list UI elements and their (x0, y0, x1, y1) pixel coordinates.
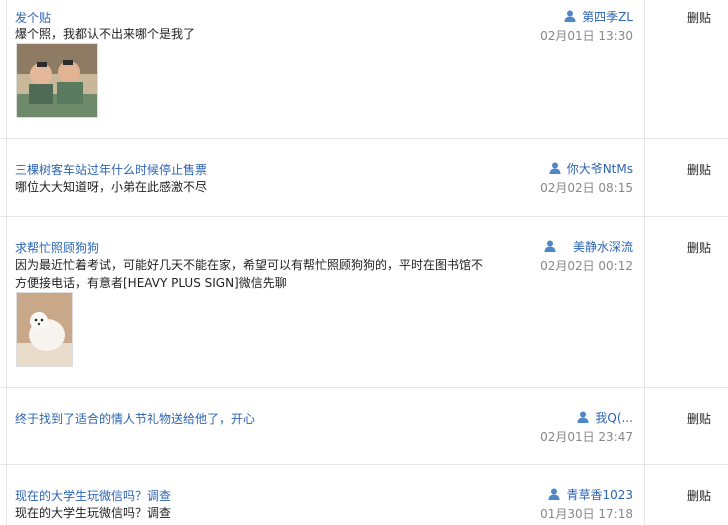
author-name[interactable]: 你大爷NtMs (567, 162, 633, 176)
user-icon (577, 411, 589, 423)
user-icon (564, 10, 576, 22)
post-title-link[interactable]: 现在的大学生玩微信吗？调查 (15, 487, 171, 504)
post-time: 02月01日 13:30 (540, 29, 633, 43)
author-name[interactable]: 第四季ZL (582, 10, 633, 24)
photo-thumbnail (17, 293, 72, 366)
post-content: 哪位大大知道呀，小弟在此感激不尽 (15, 180, 208, 194)
post-time: 02月02日 00:12 (540, 259, 633, 273)
post-time: 02月02日 08:15 (540, 181, 633, 195)
post-row: 终于找到了适合的情人节礼物送给他了，开心 我Q(... 02月01日 23:47… (0, 388, 728, 465)
post-title-link[interactable]: 三棵树客车站过年什么时候停止售票 (15, 161, 207, 178)
post-row: 发个贴 爆个照，我都认不出来哪个是我了 第四季ZL 02月01日 13:30 删… (0, 0, 728, 139)
user-icon (544, 240, 556, 252)
delete-post-button[interactable]: 删贴 (687, 410, 711, 427)
post-title-link[interactable]: 终于找到了适合的情人节礼物送给他了，开心 (15, 410, 255, 427)
post-row: 求帮忙照顾狗狗 因为最近忙着考试，可能好几天不能在家，希望可以有帮忙照顾狗狗的，… (0, 217, 728, 388)
delete-post-button[interactable]: 删贴 (687, 9, 711, 26)
author-name[interactable]: 我Q(... (595, 411, 633, 425)
delete-post-button[interactable]: 删贴 (687, 161, 711, 178)
post-photo[interactable] (16, 43, 98, 118)
post-content: 现在的大学生玩微信吗？调查 (15, 506, 172, 520)
post-author[interactable]: 美静水深流 (544, 238, 633, 255)
post-content: 因为最近忙着考试，可能好几天不能在家，希望可以有帮忙照顾狗狗的，平时在图书馆不方… (15, 258, 484, 290)
post-author[interactable]: 第四季ZL (564, 8, 633, 25)
post-row: 现在的大学生玩微信吗？调查 现在的大学生玩微信吗？调查 青草香1023 01月3… (0, 465, 728, 525)
author-name[interactable]: 青草香1023 (566, 488, 633, 502)
post-title-link[interactable]: 发个贴 (15, 9, 51, 26)
post-photo[interactable] (16, 292, 73, 367)
post-time: 02月01日 23:47 (540, 430, 633, 444)
post-list: 发个贴 爆个照，我都认不出来哪个是我了 第四季ZL 02月01日 13:30 删… (0, 0, 728, 525)
post-content: 爆个照，我都认不出来哪个是我了 (15, 27, 196, 41)
post-author[interactable]: 你大爷NtMs (549, 160, 633, 177)
post-row: 三棵树客车站过年什么时候停止售票 哪位大大知道呀，小弟在此感激不尽 你大爷NtM… (0, 139, 728, 217)
photo-thumbnail (17, 44, 97, 117)
post-time: 01月30日 17:18 (540, 507, 633, 521)
delete-post-button[interactable]: 删贴 (687, 487, 711, 504)
post-author[interactable]: 青草香1023 (548, 486, 633, 503)
user-icon (548, 488, 560, 500)
post-author[interactable]: 我Q(... (577, 409, 633, 426)
post-title-link[interactable]: 求帮忙照顾狗狗 (15, 239, 99, 256)
user-icon (549, 162, 561, 174)
author-name[interactable]: 美静水深流 (573, 240, 633, 254)
delete-post-button[interactable]: 删贴 (687, 239, 711, 256)
